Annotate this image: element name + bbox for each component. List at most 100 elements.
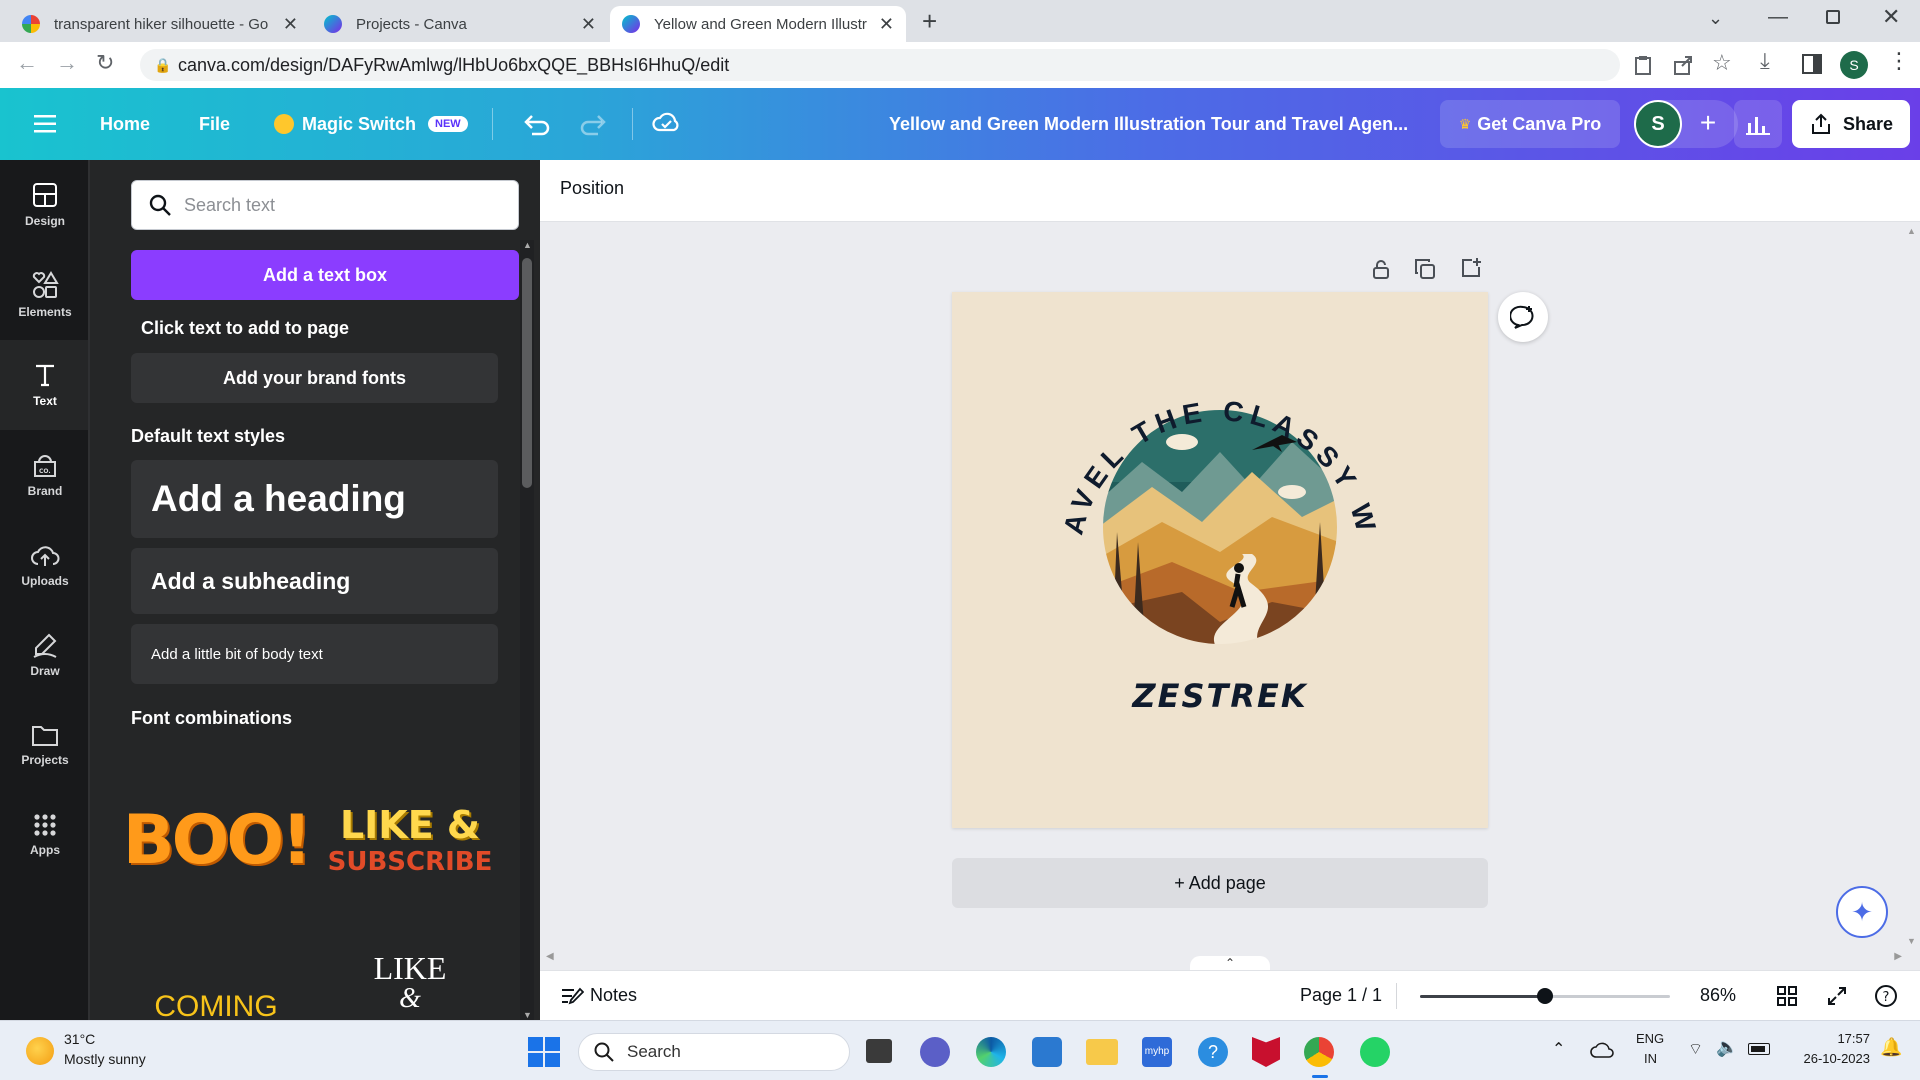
tray-chevron-up-icon[interactable]: ⌃: [1552, 1039, 1565, 1059]
minimize-icon[interactable]: —: [1768, 6, 1788, 29]
duplicate-page-icon[interactable]: [1414, 258, 1436, 280]
new-tab-icon[interactable]: +: [922, 6, 937, 37]
workspace-vertical-scrollbar[interactable]: ▲ ▼: [1904, 222, 1920, 946]
rail-item-apps[interactable]: Apps: [0, 790, 90, 880]
back-icon[interactable]: ←: [16, 50, 38, 76]
add-subheading-button[interactable]: Add a subheading: [131, 548, 498, 614]
grid-view-icon[interactable]: [1776, 985, 1798, 1007]
myhp-icon[interactable]: myhp: [1142, 1037, 1172, 1067]
browser-tab-active[interactable]: Yellow and Green Modern Illustr ✕: [610, 6, 906, 42]
task-view-icon[interactable]: [866, 1039, 892, 1063]
clipboard-icon[interactable]: [1632, 54, 1654, 76]
chevron-down-icon[interactable]: ⌄: [1708, 8, 1723, 29]
scroll-down-icon[interactable]: ▼: [1907, 936, 1916, 946]
design-page[interactable]: TRAVEL THE CLASSY WAY ZESTREK: [952, 292, 1488, 828]
search-text-field[interactable]: Search text: [131, 180, 519, 230]
file-menu-button[interactable]: File: [199, 88, 230, 160]
rail-item-text[interactable]: Text: [0, 340, 90, 430]
get-canva-pro-button[interactable]: ♛ Get Canva Pro: [1440, 100, 1620, 148]
volume-icon[interactable]: 🔈: [1716, 1037, 1738, 1058]
zoom-level[interactable]: 86%: [1700, 985, 1736, 1006]
scroll-up-icon[interactable]: ▲: [523, 240, 532, 250]
user-avatar[interactable]: S: [1634, 100, 1682, 148]
brand-name-text[interactable]: ZESTREK: [952, 677, 1488, 715]
add-comment-button[interactable]: [1498, 292, 1548, 342]
insights-button[interactable]: [1734, 100, 1782, 148]
page-indicator[interactable]: Page 1 / 1: [1300, 985, 1382, 1006]
language-top[interactable]: ENG: [1636, 1031, 1664, 1046]
scroll-up-icon[interactable]: ▲: [1907, 226, 1916, 236]
add-text-box-button[interactable]: Add a text box: [131, 250, 519, 300]
add-page-icon[interactable]: [1460, 256, 1482, 278]
scroll-left-icon[interactable]: ◀: [546, 951, 554, 962]
more-vert-icon[interactable]: ⋮: [1888, 48, 1910, 74]
get-help-icon[interactable]: ?: [1198, 1037, 1228, 1067]
panel-scrollbar-thumb[interactable]: [522, 258, 532, 488]
side-panel-icon[interactable]: [1802, 54, 1822, 74]
taskbar-search[interactable]: Search: [578, 1033, 850, 1071]
close-icon[interactable]: ✕: [283, 14, 298, 35]
close-icon[interactable]: ✕: [581, 14, 596, 35]
notes-button[interactable]: Notes: [590, 985, 637, 1006]
magic-assistant-button[interactable]: ✦: [1836, 886, 1888, 938]
zoom-slider-knob[interactable]: [1537, 988, 1553, 1004]
lock-page-icon[interactable]: [1370, 258, 1392, 280]
language-bottom[interactable]: IN: [1644, 1051, 1657, 1066]
zoom-slider[interactable]: [1420, 988, 1670, 1004]
cloud-saved-icon[interactable]: [652, 110, 680, 136]
share-button[interactable]: Share: [1792, 100, 1910, 148]
add-brand-fonts-button[interactable]: Add your brand fonts: [131, 353, 498, 403]
font-combo-coming[interactable]: COMING: [131, 990, 301, 1020]
add-body-text-button[interactable]: Add a little bit of body text: [131, 624, 498, 684]
font-combo-boo[interactable]: BOO!: [123, 760, 312, 920]
mcafee-icon[interactable]: [1252, 1037, 1280, 1067]
add-heading-button[interactable]: Add a heading: [131, 460, 498, 538]
undo-icon[interactable]: [522, 112, 550, 136]
rail-item-elements[interactable]: Elements: [0, 250, 90, 340]
chrome-icon[interactable]: [1304, 1037, 1334, 1067]
home-button[interactable]: Home: [100, 88, 150, 160]
rail-item-design[interactable]: Design: [0, 160, 90, 250]
store-icon[interactable]: [1032, 1037, 1062, 1067]
help-icon[interactable]: ?: [1874, 984, 1898, 1008]
profile-avatar[interactable]: S: [1840, 51, 1868, 79]
whatsapp-icon[interactable]: [1360, 1037, 1390, 1067]
teams-chat-icon[interactable]: [920, 1037, 950, 1067]
expand-notes-handle[interactable]: ⌃: [1190, 956, 1270, 970]
position-button[interactable]: Position: [560, 178, 624, 199]
browser-tab[interactable]: Projects - Canva ✕: [312, 6, 608, 42]
notification-bell-icon[interactable]: 🔔: [1880, 1037, 1902, 1058]
font-combo-like-and[interactable]: LIKE &: [315, 950, 505, 1020]
add-collaborator-icon[interactable]: +: [1690, 106, 1726, 142]
scroll-down-icon[interactable]: ▼: [523, 1010, 532, 1020]
redo-icon[interactable]: [580, 112, 608, 136]
file-explorer-icon[interactable]: [1086, 1039, 1118, 1065]
magic-switch-button[interactable]: Magic Switch NEW: [274, 88, 468, 160]
add-page-button[interactable]: + Add page: [952, 858, 1488, 908]
download-icon[interactable]: ⤓: [1760, 48, 1770, 74]
window-close-icon[interactable]: ✕: [1882, 4, 1900, 30]
rail-item-brand[interactable]: CO. Brand: [0, 430, 90, 520]
onedrive-cloud-icon[interactable]: [1590, 1041, 1614, 1059]
hamburger-menu-icon[interactable]: [34, 114, 56, 134]
close-icon[interactable]: ✕: [879, 14, 894, 35]
font-combo-like-subscribe[interactable]: LIKE & SUBSCRIBE: [315, 770, 505, 910]
panel-scrollbar-track[interactable]: ▲ ▼: [520, 240, 534, 1020]
rail-item-uploads[interactable]: Uploads: [0, 520, 90, 610]
rail-item-projects[interactable]: Projects: [0, 700, 90, 790]
clock-date[interactable]: 26-10-2023: [1784, 1051, 1871, 1066]
design-title[interactable]: Yellow and Green Modern Illustration Tou…: [889, 88, 1408, 160]
forward-icon[interactable]: →: [56, 50, 78, 76]
rail-item-draw[interactable]: Draw: [0, 610, 90, 700]
url-field[interactable]: 🔒 canva.com/design/DAFyRwAmlwg/lHbUo6bxQ…: [140, 49, 1620, 81]
battery-icon[interactable]: [1748, 1043, 1770, 1055]
share-page-icon[interactable]: [1672, 54, 1694, 76]
restore-icon[interactable]: [1826, 10, 1840, 24]
clock-time[interactable]: 17:57: [1800, 1031, 1870, 1046]
edge-icon[interactable]: [976, 1037, 1006, 1067]
windows-start-icon[interactable]: [528, 1037, 560, 1067]
weather-desc[interactable]: Mostly sunny: [64, 1051, 146, 1067]
reload-icon[interactable]: ↻: [96, 50, 114, 76]
fullscreen-icon[interactable]: [1826, 985, 1848, 1007]
weather-temp[interactable]: 31°C: [64, 1031, 95, 1047]
